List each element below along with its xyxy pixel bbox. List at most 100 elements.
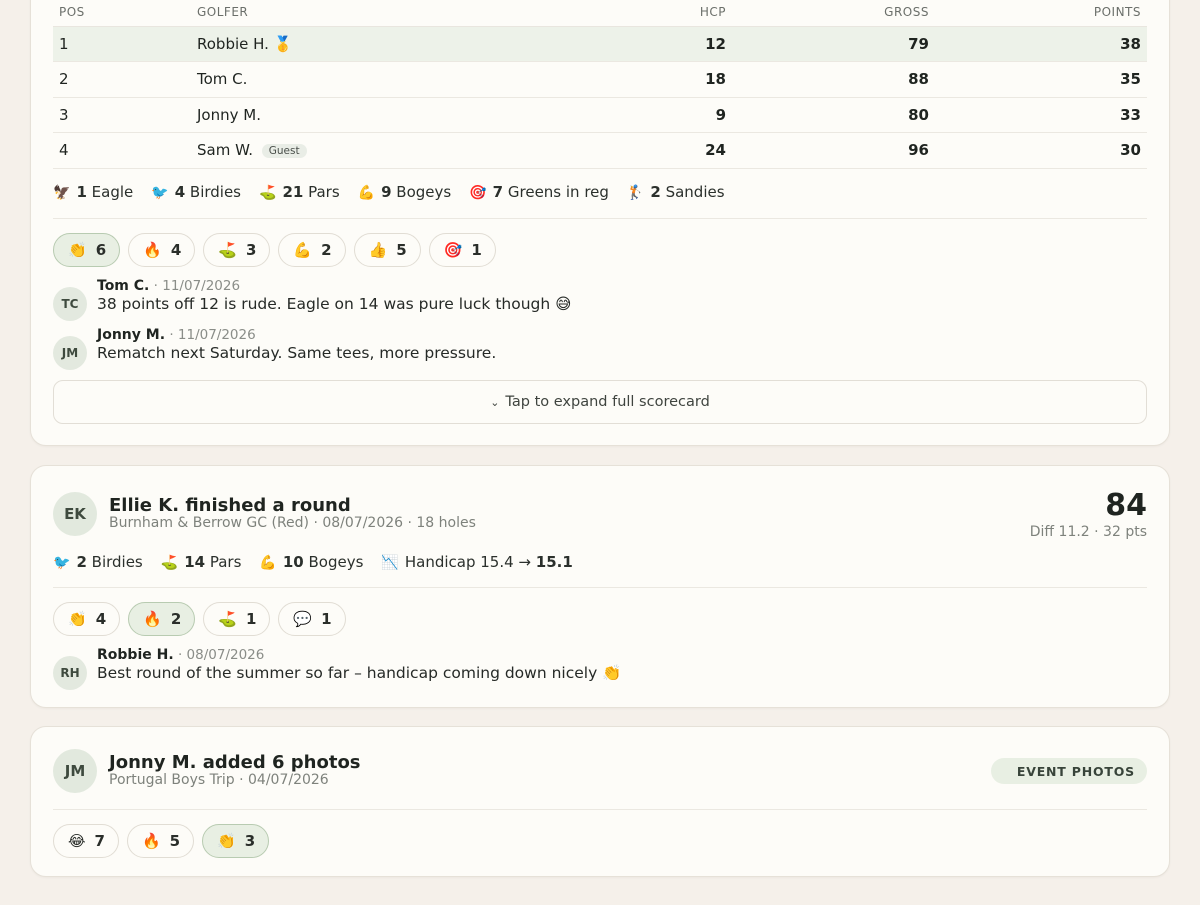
target-icon: 🎯 [443,241,463,259]
fire-icon: 🔥 [143,241,162,259]
stat-pars: ⛳ 14 Pars [160,553,242,571]
muscle-icon: 💪 [259,555,277,571]
row-golfer: Tom C. [191,61,562,98]
col-gross: GROSS [732,0,935,27]
round-subtitle: Burnham & Berrow GC (Red) · 08/07/2026 ·… [109,515,476,531]
muscle-icon: 💪 [357,185,376,201]
row-hcp: 9 [562,97,732,133]
stat-bogeys: 💪 9 Bogeys [357,183,452,201]
reaction-target-button[interactable]: 🎯 1 [428,233,496,267]
row-points: 35 [935,61,1147,98]
reaction-comment-button[interactable]: 💬 1 [278,602,346,636]
comment-author[interactable]: Jonny M. [97,327,165,343]
reaction-laugh-button[interactable]: 😂 7 [53,824,119,858]
leaderboard-row[interactable]: 1 Robbie H. 🥇 12 79 38 [53,26,1147,62]
divider [53,587,1147,588]
flag-icon: ⛳ [218,241,237,259]
clap-icon: 👏 [68,241,87,259]
reactions-bar: 👏 4 🔥 2 ⛳ 1 💬 1 [53,602,346,636]
comment-date: · 08/07/2026 [177,647,265,663]
divider [53,809,1147,810]
row-hcp: 12 [562,26,732,62]
thumbs-up-icon: 👍 [368,241,388,259]
comment-text: 38 points off 12 is rude. Eagle on 14 wa… [97,295,572,313]
row-golfer: Sam W. [197,141,253,160]
score-summary: 84 Diff 11.2 · 32 pts [1030,488,1147,540]
row-gross: 79 [732,26,935,62]
expand-label: Tap to expand full scorecard [505,394,710,410]
leaderboard-row[interactable]: 3 Jonny M. 9 80 33 [53,97,1147,133]
avatar[interactable]: JM [53,749,97,793]
comment-author[interactable]: Tom C. [97,278,149,294]
photos-title[interactable]: Jonny M. added 6 photos [109,753,361,772]
reactions-bar: 👏 6 🔥 4 ⛳ 3 💪 2 👍 5 🎯 1 [53,233,496,267]
stat-sandies: 🏌 2 Sandies [626,183,725,201]
stat-birdies: 🐦 4 Birdies [151,183,241,201]
avatar[interactable]: EK [53,492,97,536]
reaction-fire-button[interactable]: 🔥 4 [128,233,196,267]
stat-bogeys: 💪 10 Bogeys [259,553,364,571]
leaderboard-card: POS GOLFER HCP GROSS POINTS 1 Robbie H. … [30,0,1170,446]
avatar[interactable]: TC [53,287,87,321]
row-pos: 3 [53,97,191,133]
muscle-icon: 💪 [293,241,313,259]
row-pos: 2 [53,61,191,98]
flag-icon: ⛳ [259,185,277,201]
reaction-flag-button[interactable]: ⛳ 3 [203,233,271,267]
score-detail: Diff 11.2 · 32 pts [1029,524,1147,540]
photos-card: JM Jonny M. added 6 photos Portugal Boys… [30,726,1170,877]
row-golfer: Robbie H. 🥇 [191,26,562,62]
target-icon: 🎯 [469,185,487,201]
stat-handicap: 📉 Handicap 15.4 → 15.1 [381,553,573,571]
chevron-down-icon: ⌄ [490,395,500,409]
leaderboard-table: POS GOLFER HCP GROSS POINTS 1 Robbie H. … [53,0,1147,169]
round-stats: 🐦 2 Birdies ⛳ 14 Pars 💪 10 Bogeys 📉 Handicap… [53,553,573,571]
row-points: 38 [935,26,1147,62]
reaction-fire-button[interactable]: 🔥 5 [126,824,195,858]
leaderboard-row[interactable]: 4 Sam W. Guest 24 96 30 [53,132,1147,169]
reaction-muscle-button[interactable]: 💪 2 [278,233,346,267]
event-photos-badge[interactable]: EVENT PHOTOS [990,758,1147,784]
flag-icon: ⛳ [218,610,237,628]
stat-pars: ⛳ 21 Pars [259,183,340,201]
comment: JM Jonny M. · 11/07/2026 Rematch next Sa… [53,327,496,370]
round-title[interactable]: Ellie K. finished a round [109,496,476,515]
clap-icon: 👏 [217,832,236,850]
laugh-icon: 😂 [68,832,86,850]
chart-down-icon: 📉 [381,555,399,571]
stat-birdies: 🐦 2 Birdies [53,553,143,571]
round-card: EK Ellie K. finished a round Burnham & B… [30,465,1170,708]
comment-author[interactable]: Robbie H. [97,647,174,663]
reactions-bar: 😂 7 🔥 5 👏 3 [53,824,270,858]
speech-bubble-icon: 💬 [293,610,313,628]
clap-icon: 👏 [68,610,87,628]
col-hcp: HCP [562,0,732,27]
avatar[interactable]: RH [53,656,87,690]
reaction-thumbs-up-button[interactable]: 👍 5 [353,233,421,267]
photos-subtitle: Portugal Boys Trip · 04/07/2026 [109,772,329,788]
reaction-flag-button[interactable]: ⛳ 1 [203,602,271,636]
avatar[interactable]: JM [53,336,87,370]
row-points: 33 [935,97,1147,133]
bird-icon: 🐦 [53,555,71,571]
row-hcp: 18 [562,61,732,98]
row-pos: 1 [53,26,191,62]
expand-scorecard-button[interactable]: ⌄ Tap to expand full scorecard [53,380,1147,424]
photos-header: JM Jonny M. added 6 photos Portugal Boys… [53,749,361,793]
gross-score: 84 [1105,488,1147,523]
reaction-fire-button[interactable]: 🔥 2 [128,602,196,636]
leaderboard-row[interactable]: 2 Tom C. 18 88 35 [53,61,1147,98]
row-hcp: 24 [562,132,732,169]
comment-text: Best round of the summer so far – handic… [97,664,622,682]
flag-icon: ⛳ [160,555,179,571]
reaction-clap-button[interactable]: 👏 4 [53,602,121,636]
row-golfer: Jonny M. [191,97,562,133]
reaction-clap-button[interactable]: 👏 3 [202,824,270,858]
col-golfer: GOLFER [191,0,562,27]
golfer-icon: 🏌 [626,185,645,201]
stat-eagle: 🦅 1 Eagle [53,183,134,201]
leaderboard-header-row: POS GOLFER HCP GROSS POINTS [53,0,1147,27]
comment-text: Rematch next Saturday. Same tees, more p… [97,344,497,362]
fire-icon: 🔥 [141,832,161,850]
reaction-clap-button[interactable]: 👏 6 [53,233,121,267]
